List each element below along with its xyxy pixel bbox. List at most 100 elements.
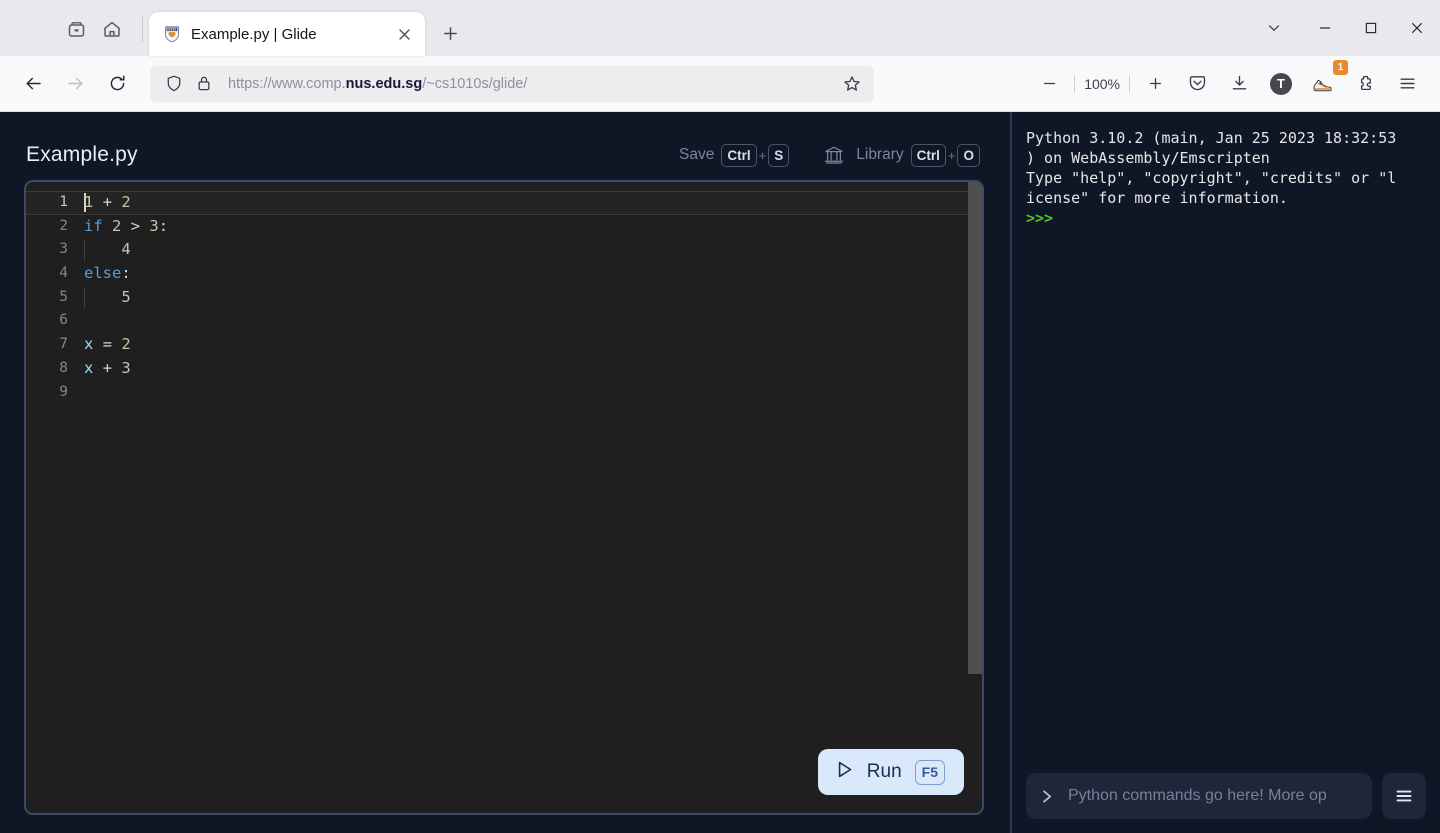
code-token	[93, 193, 102, 211]
text-caret	[84, 193, 86, 212]
padlock-icon[interactable]	[194, 74, 214, 94]
glide-app: Example.py Save Ctrl + S	[0, 112, 1440, 833]
url-prefix: https://www.comp.	[228, 76, 346, 92]
code-token: 5	[121, 288, 130, 306]
code-line[interactable]: 8x + 3	[26, 357, 982, 381]
extensions-puzzle-icon[interactable]	[1347, 66, 1383, 102]
line-number: 4	[26, 262, 84, 286]
line-number: 8	[26, 357, 84, 381]
star-icon[interactable]	[838, 70, 866, 98]
tracking-protection-shield-icon[interactable]	[164, 74, 184, 94]
sneaker-extension-icon[interactable]: 1	[1305, 66, 1341, 102]
line-number: 7	[26, 333, 84, 357]
hamburger-menu-icon[interactable]	[1389, 66, 1425, 102]
tab-close-icon[interactable]	[391, 21, 417, 47]
back-arrow-icon[interactable]	[15, 66, 51, 102]
code-line[interactable]: 7x = 2	[26, 333, 982, 357]
url-text: https://www.comp.nus.edu.sg/~cs1010s/gli…	[228, 76, 838, 92]
code-text: 1 + 2	[84, 191, 131, 215]
code-token: +	[103, 193, 112, 211]
code-token: :	[159, 217, 168, 235]
code-token: 2	[121, 335, 130, 353]
account-avatar[interactable]: T	[1263, 66, 1299, 102]
indent-guide	[84, 239, 85, 261]
reload-icon[interactable]	[99, 66, 135, 102]
code-token: =	[103, 335, 112, 353]
url-path: /~cs1010s/glide/	[422, 76, 527, 92]
code-line[interactable]: 5 5	[26, 286, 982, 310]
code-line[interactable]: 9	[26, 381, 982, 405]
code-line[interactable]: 3 4	[26, 238, 982, 262]
editor-panel: Example.py Save Ctrl + S	[0, 112, 1002, 833]
code-editor[interactable]: 11 + 22if 2 > 3:3 44else:5 567x = 28x + …	[24, 180, 984, 815]
code-text: 5	[84, 286, 131, 310]
console-banner-line: ) on WebAssembly/Emscripten	[1026, 148, 1426, 168]
code-line[interactable]: 11 + 2	[26, 191, 982, 215]
firefox-view-icon[interactable]	[58, 11, 94, 47]
console-banner-line: icense" for more information.	[1026, 188, 1426, 208]
code-line[interactable]: 2if 2 > 3:	[26, 215, 982, 239]
line-number: 3	[26, 238, 84, 262]
chevron-right-icon	[1040, 788, 1058, 805]
maximize-icon[interactable]	[1348, 0, 1394, 56]
tab-strip: Example.py | Glide	[0, 0, 1440, 56]
chevron-down-icon[interactable]	[1246, 0, 1302, 56]
console-output[interactable]: Python 3.10.2 (main, Jan 25 2023 18:32:5…	[1012, 126, 1426, 765]
code-text: else:	[84, 262, 131, 286]
indent-guide	[84, 287, 85, 309]
code-token	[93, 359, 102, 377]
library-key-ctrl: Ctrl	[911, 144, 946, 167]
code-token: x	[84, 335, 93, 353]
bank-icon	[823, 144, 845, 166]
code-token	[93, 335, 102, 353]
close-icon[interactable]	[1394, 0, 1440, 56]
code-line[interactable]: 6	[26, 309, 982, 333]
browser-tab-active[interactable]: Example.py | Glide	[149, 12, 425, 56]
url-bar[interactable]: https://www.comp.nus.edu.sg/~cs1010s/gli…	[150, 66, 874, 102]
toolbar-divider	[142, 16, 143, 42]
minimize-icon[interactable]	[1302, 0, 1348, 56]
code-line[interactable]: 4else:	[26, 262, 982, 286]
editor-scrollbar-thumb[interactable]	[968, 182, 982, 674]
window-controls	[1246, 0, 1440, 56]
line-number: 2	[26, 215, 84, 239]
code-token: 2	[121, 193, 130, 211]
save-button[interactable]: Save Ctrl + S	[679, 144, 789, 167]
zoom-out-button[interactable]	[1031, 66, 1067, 102]
library-button[interactable]: Library Ctrl + O	[823, 144, 980, 167]
line-number: 9	[26, 381, 84, 405]
code-text: x + 3	[84, 357, 131, 381]
code-token: +	[103, 359, 112, 377]
code-text: if 2 > 3:	[84, 215, 168, 239]
console-banner-line: Type "help", "copyright", "credits" or "…	[1026, 168, 1426, 188]
code-lines[interactable]: 11 + 22if 2 > 3:3 44else:5 567x = 28x + …	[26, 182, 982, 813]
zoom-level-label[interactable]: 100%	[1079, 76, 1125, 92]
nus-shield-favicon	[163, 25, 181, 43]
code-token: 3	[149, 217, 158, 235]
url-domain: nus.edu.sg	[346, 76, 423, 92]
new-tab-button[interactable]	[433, 16, 467, 50]
pocket-icon[interactable]	[1179, 66, 1215, 102]
editor-scrollbar[interactable]	[968, 182, 982, 813]
extension-badge-count: 1	[1333, 60, 1348, 75]
code-token	[112, 335, 121, 353]
page-title: Example.py	[26, 143, 138, 167]
save-key-plus: +	[759, 148, 767, 163]
console-menu-button[interactable]	[1382, 773, 1426, 819]
home-icon[interactable]	[94, 11, 130, 47]
console-banner-line: Python 3.10.2 (main, Jan 25 2023 18:32:5…	[1026, 128, 1426, 148]
save-key-s: S	[768, 144, 789, 167]
zoom-in-button[interactable]	[1137, 66, 1173, 102]
console-input-row: Python commands go here! More op	[1012, 773, 1426, 819]
save-key-ctrl: Ctrl	[721, 144, 756, 167]
zoom-controls: 100%	[1028, 66, 1176, 102]
code-text: x = 2	[84, 333, 131, 357]
run-button[interactable]: Run F5	[818, 749, 964, 795]
console-input[interactable]: Python commands go here! More op	[1026, 773, 1372, 819]
code-token: 4	[121, 240, 130, 258]
download-icon[interactable]	[1221, 66, 1257, 102]
code-token: else	[84, 264, 121, 282]
code-token: :	[121, 264, 130, 282]
line-number: 5	[26, 286, 84, 310]
forward-arrow-icon	[57, 66, 93, 102]
